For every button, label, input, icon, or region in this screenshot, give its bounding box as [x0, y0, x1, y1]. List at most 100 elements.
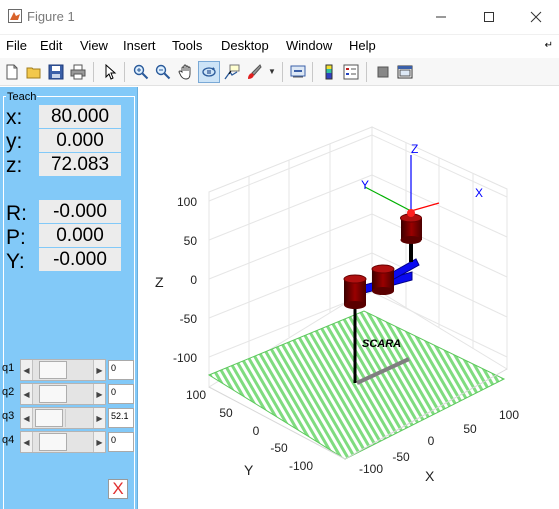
window-title: Figure 1 [27, 9, 75, 24]
dock-arrow-icon[interactable]: ↵ [545, 40, 553, 51]
save-button[interactable] [45, 61, 67, 83]
x-label: x: [6, 106, 23, 129]
print-button[interactable] [67, 61, 89, 83]
link-plot-button[interactable] [287, 61, 309, 83]
robot-name-label: SCARA [362, 338, 401, 350]
teach-close-button[interactable]: X [108, 479, 128, 499]
insert-legend-button[interactable] [340, 61, 362, 83]
zoom-out-icon [155, 64, 171, 80]
zoom-in-button[interactable] [130, 61, 152, 83]
save-icon [48, 64, 64, 80]
new-figure-icon [6, 64, 18, 80]
z-tick: -100 [173, 351, 197, 365]
robot-joint-3 [400, 213, 422, 244]
colorbar-icon [325, 64, 333, 80]
y-tick: 100 [186, 388, 206, 402]
brush-button[interactable] [243, 61, 265, 83]
slider-left-arrow-icon[interactable]: ◀ [21, 432, 33, 452]
menu-insert[interactable]: Insert [123, 38, 156, 53]
q1-label: q1 [2, 362, 15, 374]
toolbar-divider [366, 62, 367, 82]
new-figure-button[interactable] [1, 61, 23, 83]
menu-edit[interactable]: Edit [40, 38, 62, 53]
slider-right-arrow-icon[interactable]: ▶ [93, 384, 105, 404]
slider-left-arrow-icon[interactable]: ◀ [21, 384, 33, 404]
hide-plot-tools-icon [377, 66, 389, 78]
q2-value-field[interactable]: 0 [108, 384, 134, 404]
menu-bar: File Edit View Insert Tools Desktop Wind… [0, 35, 559, 57]
brush-dropdown-arrow[interactable]: ▼ [268, 67, 276, 76]
teach-panel: Teach x: 80.000 y: 0.000 z: 72.083 R: -0… [0, 87, 138, 509]
z-value: 72.083 [39, 153, 121, 176]
edit-plot-button[interactable] [99, 61, 121, 83]
q3-value-field[interactable]: 52.1 [108, 408, 134, 428]
z-tick: 0 [190, 273, 197, 287]
roll-label: R: [6, 202, 27, 225]
q3-slider[interactable]: ◀ ▶ [20, 407, 106, 429]
x-tick: 50 [463, 422, 477, 436]
yaw-value: -0.000 [39, 248, 121, 271]
insert-colorbar-button[interactable] [318, 61, 340, 83]
q3-label: q3 [2, 410, 15, 422]
end-effector-point [407, 209, 415, 217]
q2-label: q2 [2, 386, 15, 398]
y-tick: -50 [270, 441, 288, 455]
x-tick: 100 [499, 408, 519, 422]
x-tick: -50 [392, 450, 410, 464]
q3-slider-thumb[interactable] [35, 409, 63, 427]
q1-value-field[interactable]: 0 [108, 360, 134, 380]
y-value: 0.000 [39, 129, 121, 152]
frame-z-label: Z [411, 142, 418, 156]
show-plot-tools-icon [397, 65, 413, 79]
open-file-button[interactable] [23, 61, 45, 83]
slider-right-arrow-icon[interactable]: ▶ [93, 360, 105, 380]
hide-plot-tools-button[interactable] [372, 61, 394, 83]
robot-joint-1 [343, 274, 367, 309]
q2-slider[interactable]: ◀ ▶ [20, 383, 106, 405]
pitch-label: P: [6, 226, 26, 249]
z-tick: 100 [177, 195, 197, 209]
teach-panel-title: Teach [6, 91, 38, 103]
rotate-3d-button[interactable] [198, 61, 220, 83]
z-label: z: [6, 154, 23, 177]
close-icon [530, 11, 542, 22]
zoom-out-button[interactable] [152, 61, 174, 83]
z-axis-label: Z [155, 274, 164, 290]
maximize-button[interactable] [466, 0, 512, 33]
menu-view[interactable]: View [80, 38, 108, 53]
data-cursor-icon [224, 64, 240, 80]
menu-window[interactable]: Window [286, 38, 332, 53]
q1-slider[interactable]: ◀ ▶ [20, 359, 106, 381]
slider-right-arrow-icon[interactable]: ▶ [93, 432, 105, 452]
print-icon [70, 64, 86, 80]
robot-3d-plot[interactable]: 100 50 0 -50 -100 Z 100 50 0 -50 -100 Y … [139, 87, 559, 509]
x-axis-label: X [425, 468, 435, 484]
slider-left-arrow-icon[interactable]: ◀ [21, 408, 33, 428]
slider-left-arrow-icon[interactable]: ◀ [21, 360, 33, 380]
data-cursor-button[interactable] [221, 61, 243, 83]
close-window-button[interactable] [513, 0, 559, 33]
q2-slider-thumb[interactable] [39, 385, 67, 403]
menu-tools[interactable]: Tools [172, 38, 202, 53]
q4-slider[interactable]: ◀ ▶ [20, 431, 106, 453]
menu-help[interactable]: Help [349, 38, 376, 53]
slider-right-arrow-icon[interactable]: ▶ [93, 408, 105, 428]
q1-slider-thumb[interactable] [39, 361, 67, 379]
y-label: y: [6, 130, 23, 153]
q4-slider-thumb[interactable] [39, 433, 67, 451]
zoom-in-icon [133, 64, 149, 80]
x-tick: -100 [359, 462, 383, 476]
q4-label: q4 [2, 434, 15, 446]
minimize-button[interactable] [418, 0, 464, 33]
show-plot-tools-button[interactable] [394, 61, 416, 83]
pan-button[interactable] [175, 61, 197, 83]
y-tick: -100 [289, 459, 313, 473]
q4-value-field[interactable]: 0 [108, 432, 134, 452]
z-ticks: 100 50 0 -50 -100 [173, 195, 197, 365]
menu-file[interactable]: File [6, 38, 27, 53]
frame-x-label: X [475, 186, 483, 200]
x-value: 80.000 [39, 105, 121, 128]
y-tick: 0 [253, 424, 260, 438]
menu-desktop[interactable]: Desktop [221, 38, 269, 53]
z-tick: -50 [180, 312, 198, 326]
